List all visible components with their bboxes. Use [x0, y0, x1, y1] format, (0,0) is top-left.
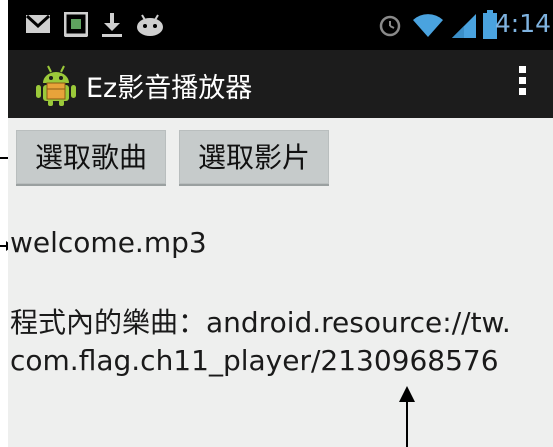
phone-screen: 4:14 Ez影音播放器 選取歌曲 選取影片 welcome.mp3 程式內的樂… — [8, 0, 553, 447]
file-name-label: welcome.mp3 — [10, 226, 207, 259]
status-time: 4:14 — [494, 9, 551, 38]
alarm-icon — [379, 15, 401, 37]
action-bar: Ez影音播放器 — [8, 50, 553, 118]
overflow-menu-icon[interactable] — [519, 66, 527, 102]
signal-icon — [452, 14, 476, 38]
app-title: Ez影音播放器 — [86, 73, 253, 104]
annotation-arrow-resource-id — [399, 386, 415, 447]
android-robot-icon[interactable] — [34, 63, 78, 107]
resource-uri-line-1: 程式內的樂曲：android.resource://tw. — [10, 306, 511, 339]
select-video-button[interactable]: 選取影片 — [179, 130, 329, 186]
mail-icon — [25, 14, 51, 33]
android-icon — [137, 14, 163, 36]
resource-uri-line-2: com.flag.ch11_player/2130968576 — [10, 344, 499, 377]
resource-uri-text: 程式內的樂曲：android.resource://tw. com.flag.c… — [10, 304, 550, 380]
download-icon — [102, 13, 122, 37]
wifi-icon — [413, 14, 443, 37]
status-bar: 4:14 — [8, 0, 553, 50]
gallery-icon — [64, 12, 88, 37]
screenshot-frame: 4:14 Ez影音播放器 選取歌曲 選取影片 welcome.mp3 程式內的樂… — [0, 0, 553, 447]
select-song-button[interactable]: 選取歌曲 — [16, 130, 166, 186]
